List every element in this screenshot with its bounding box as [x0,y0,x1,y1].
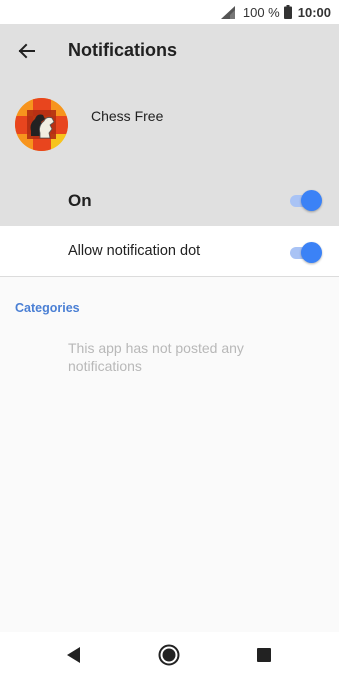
status-bar: 100 % 10:00 [0,0,339,24]
battery-percentage: 100 % [242,4,280,20]
nav-recent-apps-icon [257,648,271,662]
categories-heading: Categories [15,301,80,315]
notifications-on-switch[interactable] [288,188,322,212]
page-title: Notifications [68,40,178,60]
back-button[interactable] [14,38,40,64]
signal-icon [220,5,235,19]
clock: 10:00 [297,4,331,20]
main-toggle-label: On [68,191,92,210]
nav-back-button[interactable] [62,643,86,667]
chess-app-icon [15,98,68,151]
battery-icon [283,5,292,19]
nav-back-icon [67,647,80,663]
notification-dot-switch[interactable] [288,240,322,264]
nav-home-button[interactable] [157,643,181,667]
app-name: Chess Free [91,108,164,124]
empty-categories-message: This app has not posted any notification… [68,340,244,374]
switch-thumb [301,190,322,211]
nav-home-icon [158,644,180,666]
nav-recent-apps-button[interactable] [252,643,276,667]
arrow-left-icon [18,43,35,59]
switch-thumb [301,242,322,263]
system-nav-bar [0,632,339,678]
notification-dot-label: Allow notification dot [68,243,201,259]
